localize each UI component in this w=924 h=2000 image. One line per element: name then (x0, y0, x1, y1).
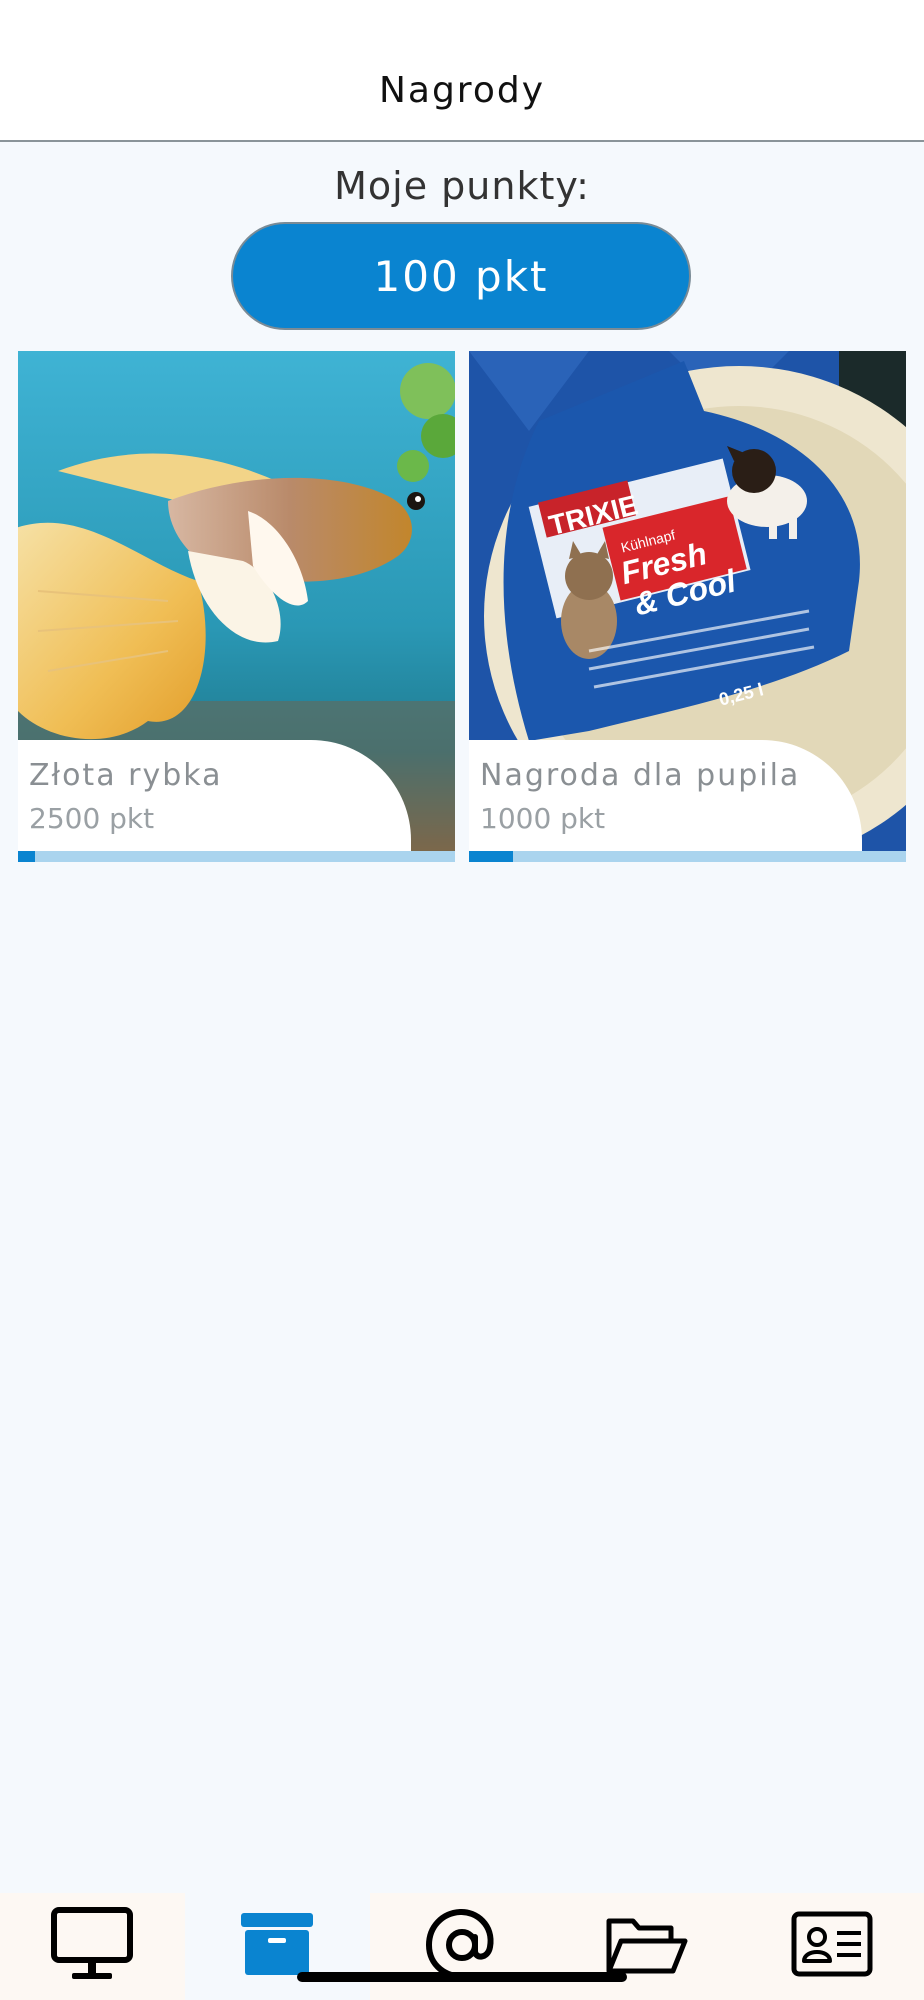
tab-documents[interactable] (554, 1893, 739, 2000)
home-indicator (297, 1972, 627, 1982)
reward-card-pet-prize[interactable]: TRIXIE Kühlnapf Fresh & Cool 0,25 l Nagr… (469, 351, 906, 862)
top-bar: Nagrody (0, 0, 924, 142)
points-balance-badge: 100 pkt (231, 222, 691, 330)
id-card-icon (791, 1911, 873, 1977)
reward-name: Nagroda dla pupila (480, 758, 801, 793)
bottom-tab-bar (0, 1893, 924, 2000)
reward-progress-fill (469, 851, 513, 862)
reward-info-panel: Nagroda dla pupila 1000 pkt (469, 740, 862, 851)
reward-cost: 1000 pkt (480, 802, 606, 835)
reward-progress-bar (469, 851, 906, 862)
reward-progress-fill (18, 851, 36, 862)
tab-dashboard[interactable] (0, 1893, 185, 2000)
reward-progress-bar (18, 851, 455, 862)
monitor-icon (51, 1907, 134, 1979)
tab-rewards[interactable] (184, 1893, 370, 2000)
archive-box-icon (241, 1913, 314, 1975)
reward-cost: 2500 pkt (29, 802, 155, 835)
tab-contact[interactable] (370, 1893, 555, 2000)
tab-profile[interactable] (739, 1893, 924, 2000)
page-title: Nagrody (378, 70, 546, 111)
points-label: Moje punkty: (334, 164, 590, 208)
reward-card-goldfish[interactable]: Złota rybka 2500 pkt (18, 351, 455, 862)
reward-info-panel: Złota rybka 2500 pkt (18, 740, 411, 851)
reward-name: Złota rybka (29, 758, 223, 793)
folder-open-icon (606, 1918, 688, 1974)
